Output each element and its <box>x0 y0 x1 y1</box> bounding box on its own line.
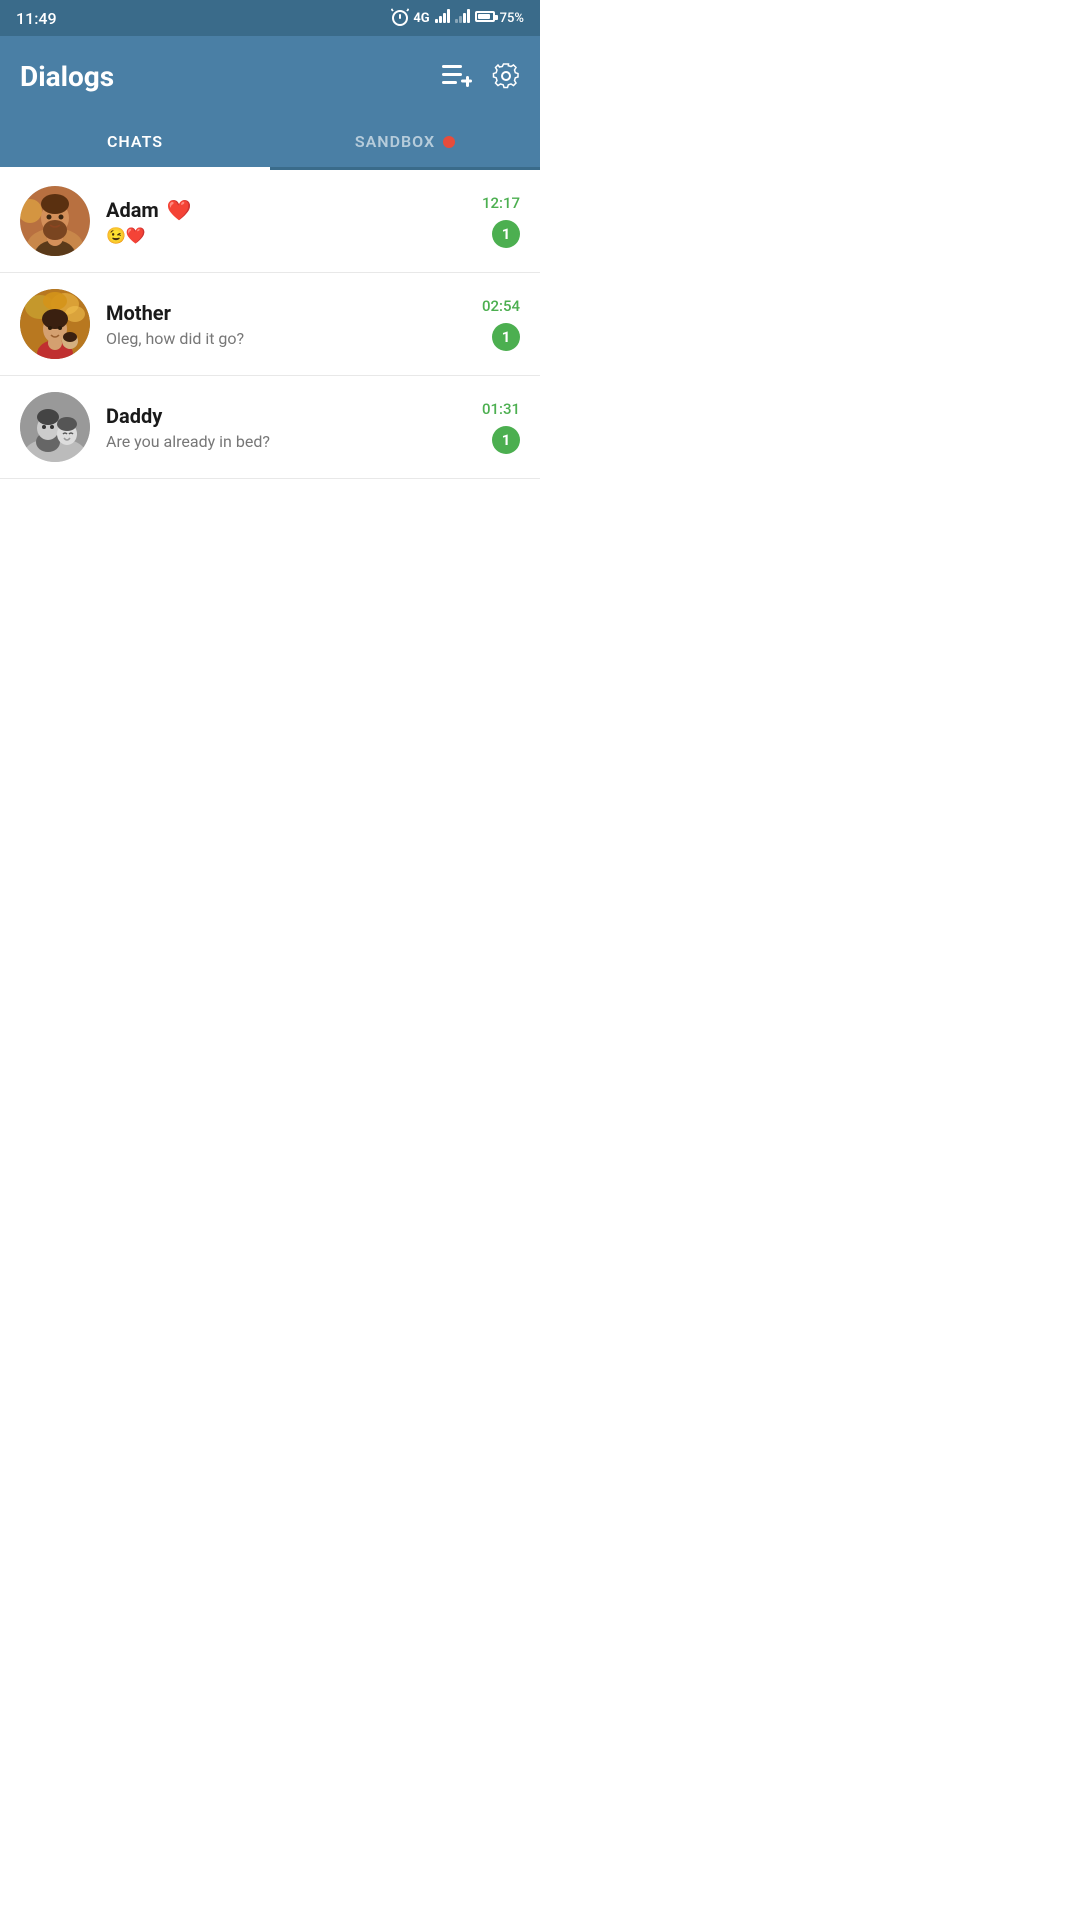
tab-chats[interactable]: CHATS <box>0 116 270 167</box>
chat-meta-daddy: 01:31 1 <box>482 400 520 454</box>
tab-sandbox-label: SANDBOX <box>355 132 435 151</box>
tab-chats-label: CHATS <box>107 132 163 151</box>
avatar-adam <box>20 186 90 256</box>
settings-icon[interactable] <box>492 62 520 90</box>
unread-badge-daddy: 1 <box>492 426 520 454</box>
avatar-daddy <box>20 392 90 462</box>
chat-name-row-mother: Mother <box>106 301 466 325</box>
chat-preview-daddy: Are you already in bed? <box>106 432 270 451</box>
signal-icon-2 <box>455 9 470 27</box>
chat-content-adam: Adam ❤️ 😉❤️ <box>106 198 466 245</box>
chat-item-daddy[interactable]: Daddy Are you already in bed? 01:31 1 <box>0 376 540 479</box>
tab-sandbox[interactable]: SANDBOX <box>270 116 540 167</box>
unread-badge-adam: 1 <box>492 220 520 248</box>
status-bar: 11:49 4G 75% <box>0 0 540 36</box>
status-icons: 4G 75% <box>392 9 524 27</box>
header: Dialogs <box>0 36 540 116</box>
chat-name-emoji-adam: ❤️ <box>167 198 192 222</box>
chat-name-row-adam: Adam ❤️ <box>106 198 466 222</box>
status-time: 11:49 <box>16 9 57 28</box>
chat-name-daddy: Daddy <box>106 404 162 428</box>
unread-badge-mother: 1 <box>492 323 520 351</box>
chat-time-mother: 02:54 <box>482 297 520 315</box>
chat-item-mother[interactable]: Mother Oleg, how did it go? 02:54 1 <box>0 273 540 376</box>
network-label: 4G <box>413 11 429 26</box>
chat-meta-mother: 02:54 1 <box>482 297 520 351</box>
chat-preview-mother: Oleg, how did it go? <box>106 329 244 348</box>
chat-item-adam[interactable]: Adam ❤️ 😉❤️ 12:17 1 <box>0 170 540 273</box>
chat-name-mother: Mother <box>106 301 171 325</box>
chat-time-adam: 12:17 <box>482 194 520 212</box>
alarm-icon <box>392 10 408 26</box>
chat-time-daddy: 01:31 <box>482 400 520 418</box>
chat-list: Adam ❤️ 😉❤️ 12:17 1 <box>0 170 540 479</box>
chat-meta-adam: 12:17 1 <box>482 194 520 248</box>
chat-content-daddy: Daddy Are you already in bed? <box>106 404 466 451</box>
tabs: CHATS SANDBOX <box>0 116 540 170</box>
chat-name-adam: Adam <box>106 198 159 222</box>
battery-percent: 75% <box>500 11 524 26</box>
compose-icon[interactable] <box>442 64 472 88</box>
avatar-mother <box>20 289 90 359</box>
chat-name-row-daddy: Daddy <box>106 404 466 428</box>
header-actions <box>442 62 520 90</box>
battery-icon <box>475 11 495 26</box>
chat-content-mother: Mother Oleg, how did it go? <box>106 301 466 348</box>
page-title: Dialogs <box>20 60 114 93</box>
signal-icon <box>435 9 450 27</box>
sandbox-notification-dot <box>443 136 455 148</box>
chat-preview-adam: 😉❤️ <box>106 226 146 245</box>
